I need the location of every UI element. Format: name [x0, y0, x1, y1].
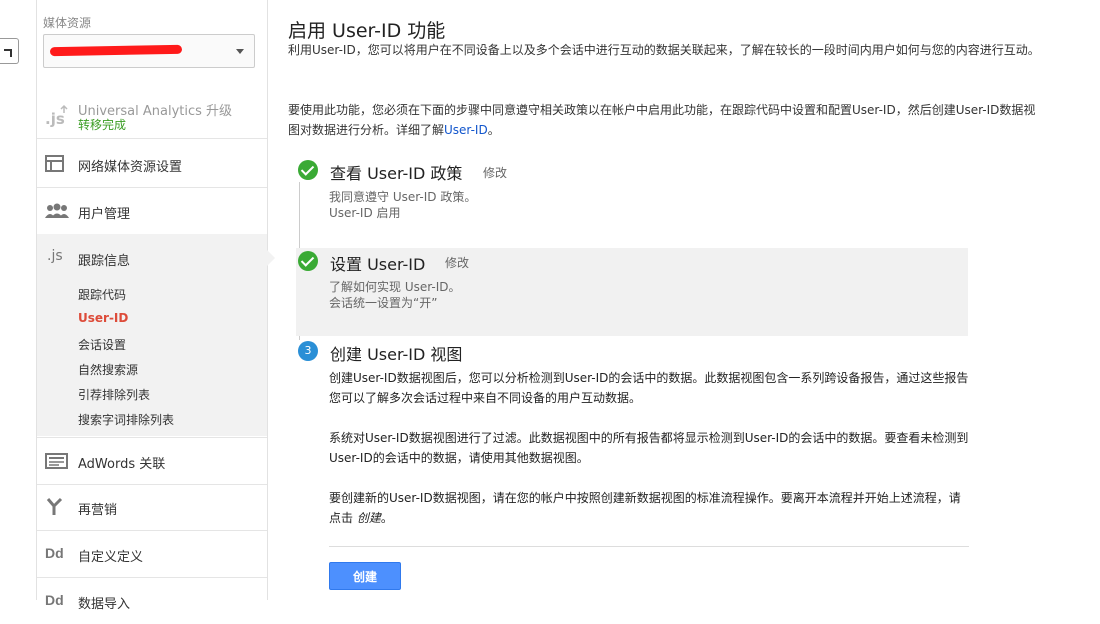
- subitem-session-settings[interactable]: 会话设置: [78, 336, 126, 353]
- sidebar-item-tracking-info[interactable]: 跟踪信息: [78, 250, 130, 269]
- sidebar-item-adwords[interactable]: AdWords 关联: [37, 437, 267, 485]
- subitem-tracking-code[interactable]: 跟踪代码: [78, 286, 126, 303]
- step3-paragraph-3: 要创建新的User-ID数据视图，请在您的帐户中按照创建新数据视图的标准流程操作…: [329, 488, 969, 528]
- property-select[interactable]: [43, 34, 255, 68]
- sidebar-item-custom-definitions[interactable]: Dd 自定义定义: [37, 531, 267, 578]
- p3-end: 。: [380, 511, 393, 525]
- step-title: 查看 User-ID 政策: [330, 164, 463, 183]
- p3-start: 要创建新的User-ID数据视图，请在您的帐户中按照创建新数据视图的标准流程操作…: [329, 491, 961, 525]
- subitem-search-term-exclusion[interactable]: 搜索字词排除列表: [78, 411, 174, 428]
- dd-icon: Dd: [45, 592, 64, 608]
- active-pointer: [267, 250, 275, 266]
- window-icon: [45, 155, 69, 175]
- sidebar-item-label: 自定义定义: [78, 550, 144, 565]
- intro-text: 利用User-ID，您可以将用户在不同设备上以及多个会话中进行互动的数据关联起来…: [288, 43, 1040, 57]
- step-title: 设置 User-ID: [330, 255, 426, 274]
- sidebar-item-label: 网络媒体资源设置: [78, 160, 183, 175]
- js-upgrade-icon: .js: [45, 104, 69, 128]
- step3-paragraph-2: 系统对User-ID数据视图进行了过滤。此数据视图中的所有报告都将显示检测到Us…: [329, 431, 969, 465]
- sidebar-item-label: 再营销: [78, 503, 118, 518]
- adwords-icon: [45, 452, 69, 472]
- sidebar-item-remarketing[interactable]: 再营销: [37, 484, 267, 531]
- step-number: 3: [298, 341, 318, 361]
- p3-create-em: 创建: [356, 511, 381, 525]
- collapse-toggle-icon[interactable]: [0, 38, 19, 64]
- step-line-2: 会话统一设置为“开”: [329, 296, 438, 310]
- sidebar-item-data-import[interactable]: Dd 数据导入: [37, 578, 267, 624]
- edit-link[interactable]: 修改: [483, 164, 507, 181]
- chevron-down-icon: [236, 49, 244, 54]
- usage-end: 。: [487, 123, 500, 137]
- create-button[interactable]: 创建: [329, 562, 401, 590]
- main-content: 启用 User-ID 功能 利用User-ID，您可以将用户在不同设备上以及多个…: [288, 0, 1088, 600]
- people-icon: [45, 203, 69, 223]
- check-icon: [298, 160, 318, 180]
- step-title: 创建 User-ID 视图: [330, 345, 463, 364]
- sidebar-item-universal-analytics[interactable]: .js Universal Analytics 升级 转移完成: [37, 88, 267, 139]
- sidebar-item-label: 数据导入: [78, 597, 131, 612]
- step-line-1: 我同意遵守 User-ID 政策。: [329, 190, 477, 204]
- js-icon: .js: [47, 248, 63, 264]
- svg-text:.js: .js: [45, 110, 65, 128]
- fork-icon: [45, 497, 69, 517]
- step-2: 设置 User-ID 修改 了解如何实现 User-ID。 会话统一设置为“开”: [296, 248, 968, 336]
- property-label: 媒体资源: [43, 16, 92, 30]
- subitem-user-id[interactable]: User-ID: [78, 311, 128, 325]
- left-panel-edge: [0, 0, 37, 600]
- step3-paragraph-1: 创建User-ID数据视图后，您可以分析检测到User-ID的会话中的数据。此数…: [329, 371, 969, 405]
- learn-more-link[interactable]: User-ID: [444, 123, 488, 137]
- upgrade-status: 转移完成: [78, 118, 127, 132]
- sidebar-item-label: 用户管理: [78, 207, 131, 222]
- edit-link[interactable]: 修改: [445, 254, 469, 271]
- subitem-referral-exclusion[interactable]: 引荐排除列表: [78, 386, 150, 403]
- step-line-1: 了解如何实现 User-ID。: [329, 280, 461, 294]
- usage-text: 要使用此功能，您必须在下面的步骤中同意遵守相关政策以在帐户中启用此功能，在跟踪代…: [288, 100, 1040, 140]
- usage-body: 要使用此功能，您必须在下面的步骤中同意遵守相关政策以在帐户中启用此功能，在跟踪代…: [288, 103, 1036, 137]
- sidebar: 媒体资源 .js Universal Analytics 升级 转移完成 网络媒…: [37, 0, 275, 612]
- subitem-organic-search-sources[interactable]: 自然搜索源: [78, 361, 138, 378]
- sidebar-item-property-settings[interactable]: 网络媒体资源设置: [37, 141, 267, 188]
- sidebar-item-user-management[interactable]: 用户管理: [37, 188, 267, 235]
- check-icon: [298, 251, 318, 271]
- redacted-property-name: [49, 44, 183, 57]
- dd-icon: Dd: [45, 545, 64, 561]
- step-line-2: User-ID 启用: [329, 206, 401, 220]
- step-1: 查看 User-ID 政策 修改 我同意遵守 User-ID 政策。 User-…: [296, 150, 968, 240]
- sidebar-item-label: AdWords 关联: [78, 457, 166, 472]
- tracking-section: .js 跟踪信息 跟踪代码 User-ID 会话设置 自然搜索源 引荐排除列表 …: [37, 234, 275, 436]
- divider: [329, 546, 969, 547]
- page-title: 启用 User-ID 功能: [288, 20, 446, 42]
